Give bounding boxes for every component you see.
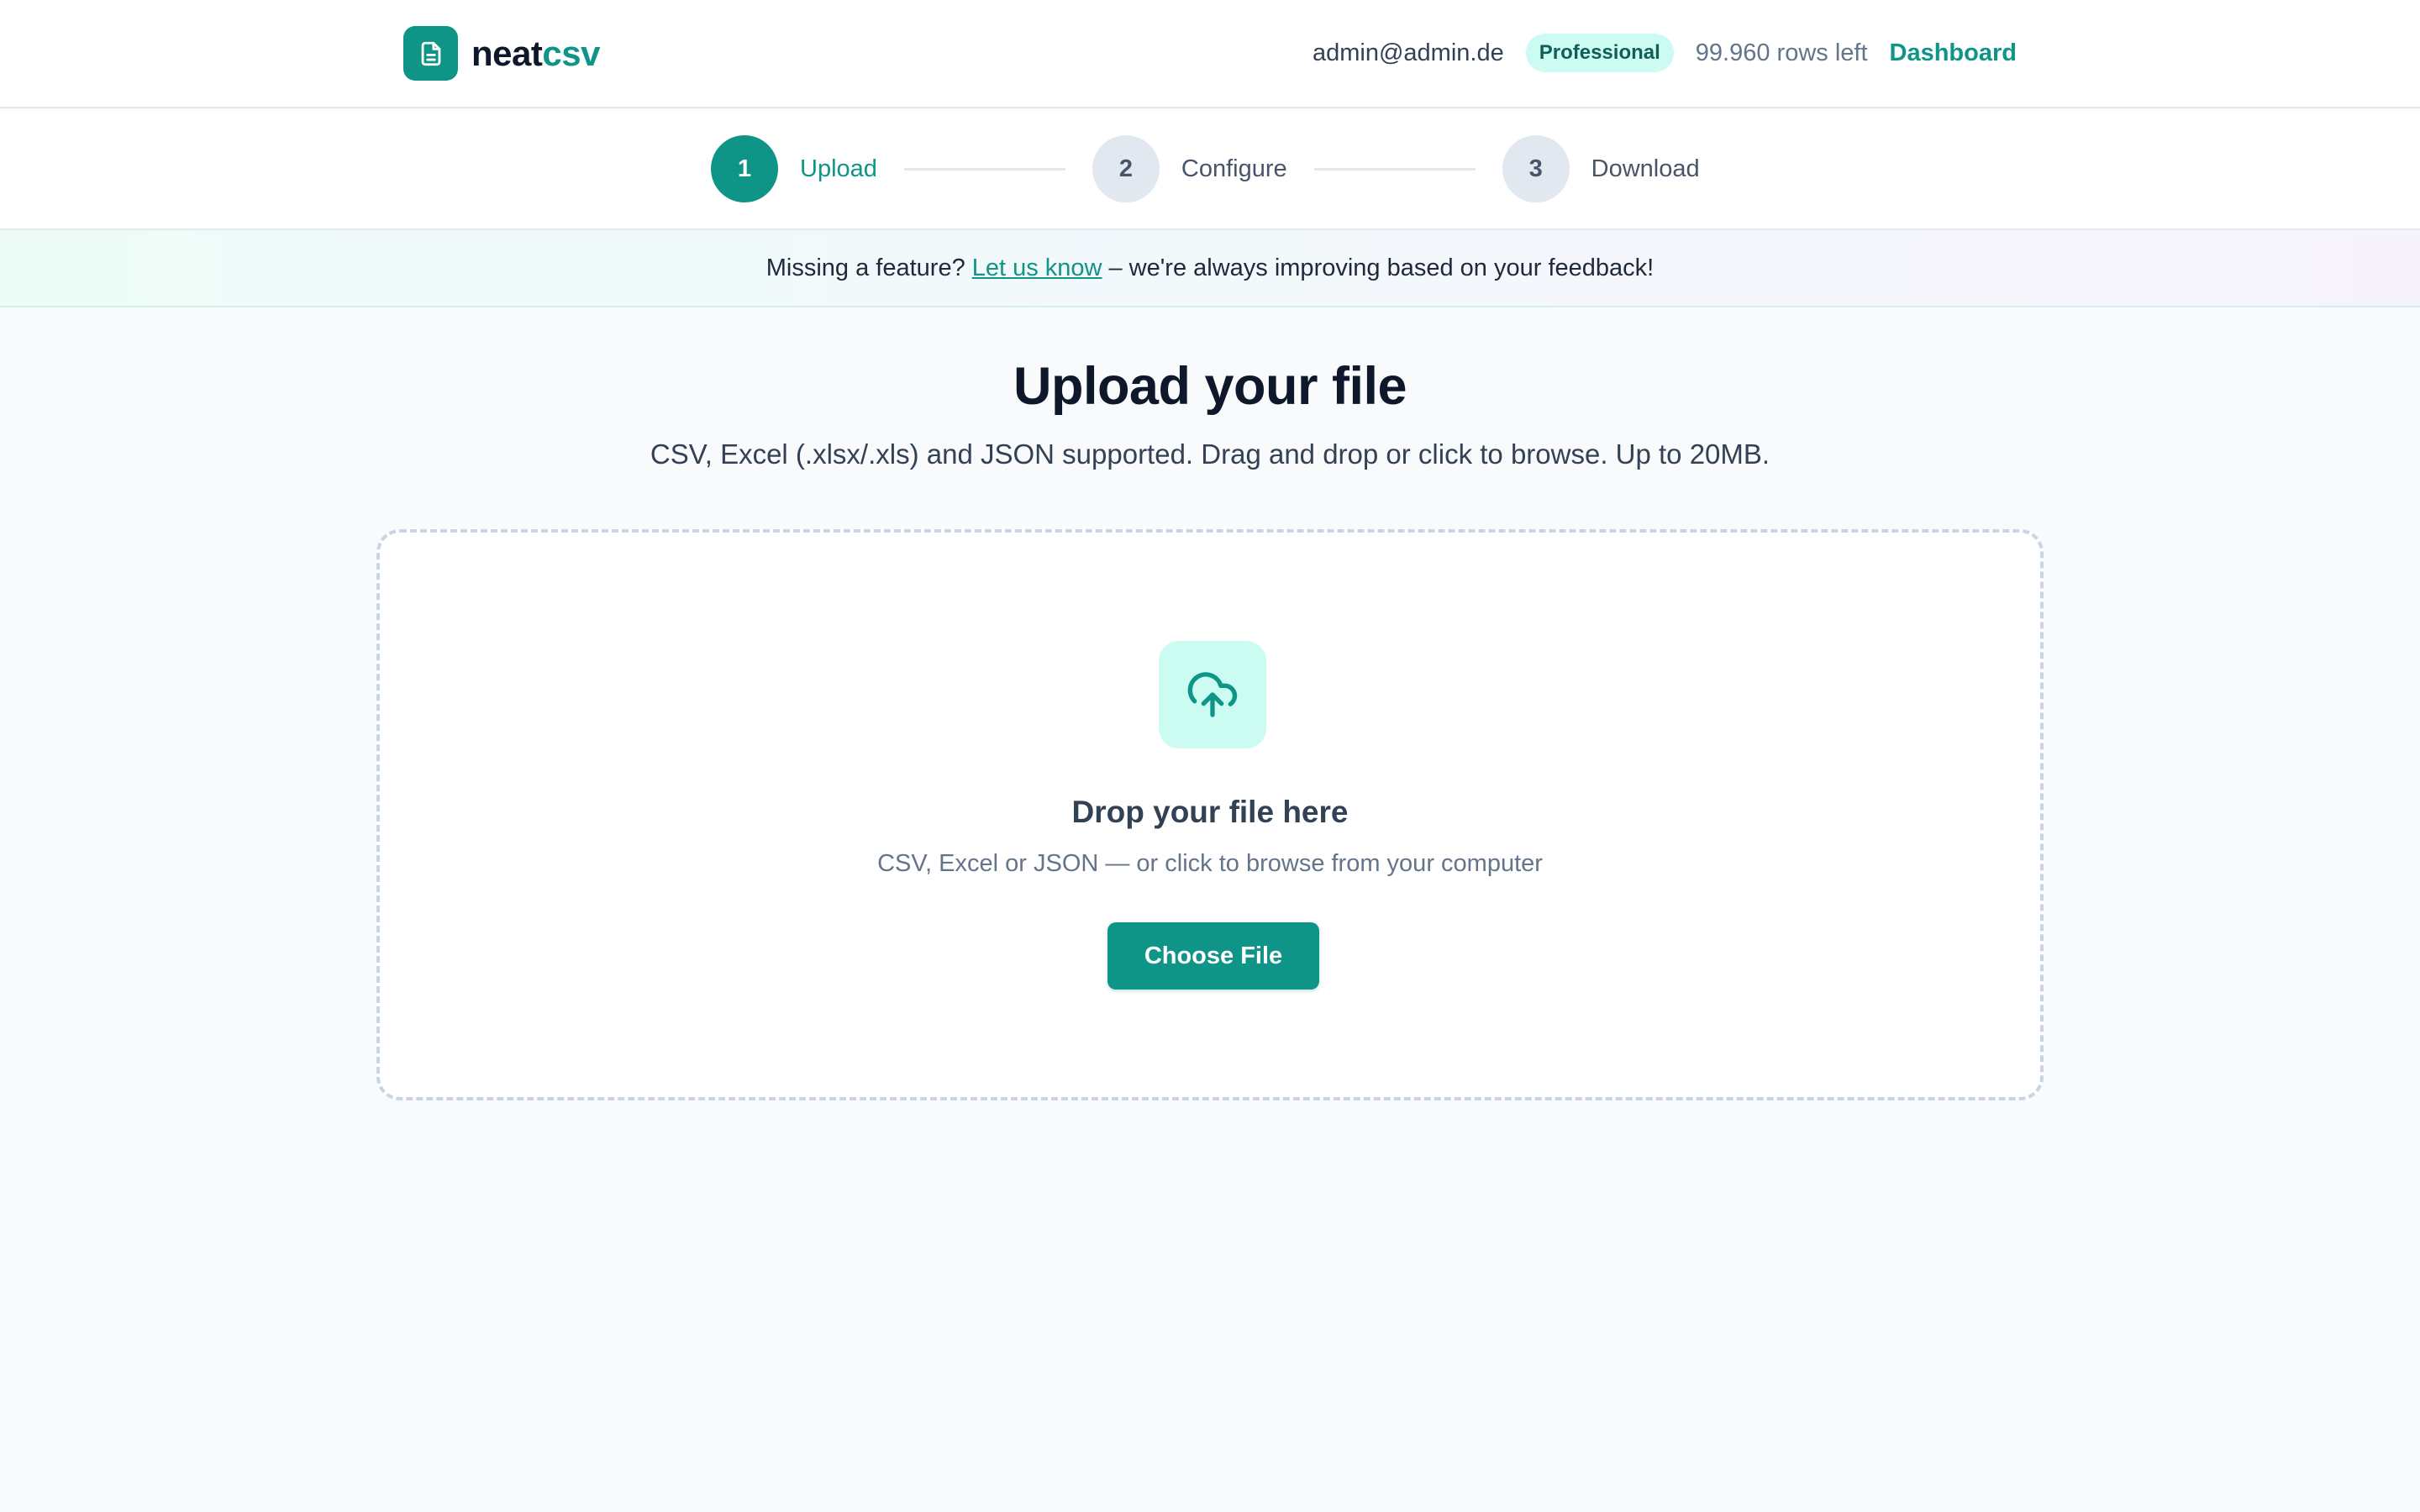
user-email: admin@admin.de (1313, 39, 1504, 66)
step-number: 1 (711, 135, 778, 202)
page-subtitle: CSV, Excel (.xlsx/.xls) and JSON support… (650, 438, 1770, 470)
banner-suffix: – we're always improving based on your f… (1108, 254, 1655, 281)
cloud-upload-icon (1159, 641, 1266, 748)
step-upload: 1 Upload (711, 135, 877, 202)
document-icon (403, 26, 458, 81)
step-number: 3 (1502, 135, 1570, 202)
step-label: Configure (1181, 155, 1287, 182)
rows-left-counter: 99.960 rows left (1695, 39, 1868, 66)
brand-name-part1: neat (471, 33, 543, 73)
progress-stepper: 1 Upload 2 Configure 3 Download (0, 110, 2420, 230)
file-dropzone[interactable]: Drop your file here CSV, Excel or JSON —… (376, 529, 2044, 1100)
brand-name: neatcsv (471, 34, 600, 74)
dashboard-link[interactable]: Dashboard (1890, 39, 2017, 67)
step-label: Download (1591, 155, 1700, 182)
top-header: neatcsv admin@admin.de Professional 99.9… (0, 0, 2420, 108)
step-connector (903, 167, 1065, 171)
step-label: Upload (800, 155, 877, 182)
header-account: admin@admin.de Professional 99.960 rows … (1313, 32, 2017, 74)
step-row: 1 Upload 2 Configure 3 Download (711, 135, 1700, 202)
step-configure: 2 Configure (1092, 135, 1287, 202)
plan-badge: Professional (1525, 34, 1674, 72)
brand[interactable]: neatcsv (403, 26, 600, 81)
step-download: 3 Download (1502, 135, 1700, 202)
feedback-banner: Missing a feature? Let us know – we're a… (0, 230, 2420, 307)
dropzone-subtitle: CSV, Excel or JSON — or click to browse … (877, 850, 1543, 877)
page-title: Upload your file (1013, 357, 1407, 416)
choose-file-button[interactable]: Choose File (1107, 922, 1319, 990)
feedback-link[interactable]: Let us know (972, 255, 1102, 282)
brand-name-part2: csv (542, 33, 600, 73)
step-number: 2 (1092, 135, 1160, 202)
banner-prefix: Missing a feature? (765, 254, 965, 281)
step-connector (1313, 167, 1476, 171)
dropzone-title: Drop your file here (1071, 795, 1349, 829)
